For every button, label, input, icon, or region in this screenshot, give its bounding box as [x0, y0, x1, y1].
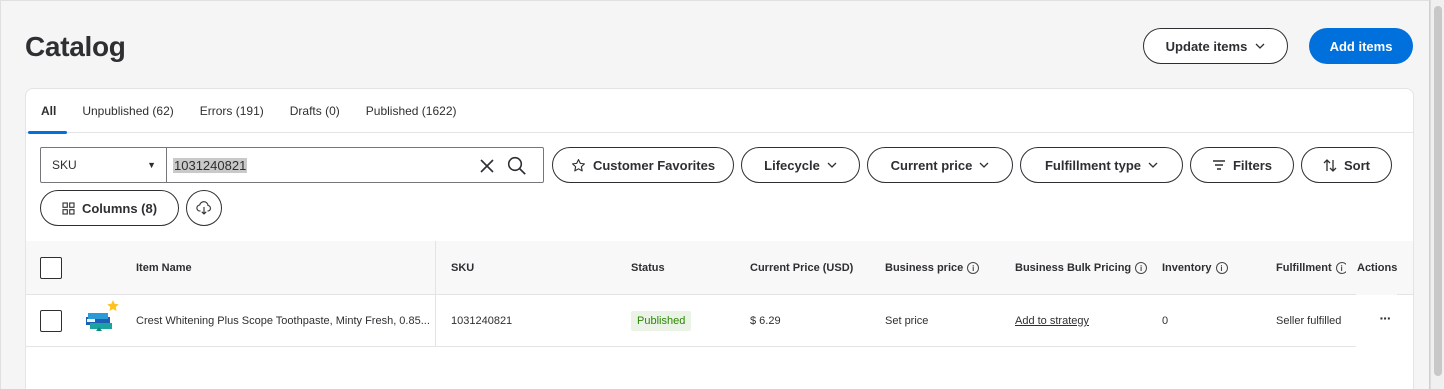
more-actions-button[interactable]: ···	[1356, 295, 1413, 347]
sku-text: 1031240821	[451, 315, 513, 327]
columns-grid-icon	[62, 201, 75, 215]
business-price-text: Set price	[885, 315, 929, 327]
fulfillment-type-filter[interactable]: Fulfillment type	[1020, 147, 1183, 183]
app-frame: Catalog Update items Add items All Unpub…	[0, 0, 1430, 389]
page-title: Catalog	[25, 31, 126, 62]
header-label: SKU	[451, 262, 475, 274]
header-label: Item Name	[136, 262, 192, 274]
add-items-label: Add items	[1329, 38, 1393, 54]
columns-label: Columns (8)	[81, 200, 158, 216]
customer-favorites-label: Customer Favorites	[592, 157, 716, 173]
cloud-download-icon	[196, 201, 211, 215]
tab-label: All	[41, 103, 57, 118]
tab-drafts[interactable]: Drafts (0)	[277, 89, 353, 133]
chevron-down-icon	[827, 162, 837, 168]
column-header-item-name[interactable]: Item Name	[136, 241, 192, 295]
cell-fulfillment: Seller fulfilled	[1276, 295, 1342, 347]
header-label: Fulfillment	[1276, 262, 1332, 274]
header-label: Status	[631, 262, 665, 274]
search-field-select[interactable]: SKU ▼	[41, 148, 167, 182]
fulfillment-text: Seller fulfilled	[1276, 315, 1342, 327]
search-field-value: SKU	[52, 158, 77, 172]
tab-unpublished[interactable]: Unpublished (62)	[69, 89, 186, 133]
lifecycle-label: Lifecycle	[764, 157, 820, 173]
tab-published[interactable]: Published (1622)	[353, 89, 470, 133]
table-header: Item Name SKU Status Current Price (USD)…	[26, 241, 1413, 295]
star-icon	[571, 158, 585, 171]
status-badge: Published	[631, 311, 692, 331]
sort-label: Sort	[1344, 157, 1370, 173]
customer-favorites-button[interactable]: Customer Favorites	[552, 147, 734, 183]
tab-all[interactable]: All	[26, 89, 69, 134]
select-all-checkbox[interactable]	[40, 257, 62, 279]
catalog-card: All Unpublished (62) Errors (191) Drafts…	[25, 88, 1414, 389]
columns-button[interactable]: Columns (8)	[40, 190, 179, 226]
column-header-sku[interactable]: SKU	[451, 241, 474, 295]
info-icon[interactable]: i	[1215, 262, 1228, 274]
search-input[interactable]: 1031240821	[167, 148, 543, 182]
cell-business-price[interactable]: Set price	[885, 295, 928, 347]
tab-label: Errors (191)	[199, 103, 264, 118]
filter-icon	[1212, 160, 1225, 170]
column-header-current-price[interactable]: Current Price (USD)	[750, 241, 853, 295]
close-icon[interactable]	[477, 156, 497, 176]
search-box: SKU ▼ 1031240821	[40, 147, 544, 183]
update-items-label: Update items	[1165, 38, 1248, 54]
price-text: $ 6.29	[750, 315, 781, 327]
column-header-inventory[interactable]: Inventory i	[1162, 241, 1228, 295]
tab-label: Drafts (0)	[289, 103, 340, 118]
search-input-value: 1031240821	[173, 157, 248, 173]
add-items-button[interactable]: Add items	[1309, 28, 1413, 64]
chevron-down-icon	[1255, 43, 1265, 49]
cell-business-bulk-pricing: Add to strategy	[1015, 295, 1089, 347]
column-header-actions: Actions	[1356, 241, 1398, 295]
tab-errors[interactable]: Errors (191)	[187, 89, 277, 133]
chevron-down-icon	[1148, 162, 1158, 168]
header-label: Actions	[1357, 262, 1398, 274]
sort-icon	[1323, 158, 1337, 172]
cell-inventory: 0	[1162, 295, 1168, 347]
cell-current-price: $ 6.29	[750, 295, 781, 347]
cell-item-name[interactable]: Crest Whitening Plus Scope Toothpaste, M…	[136, 295, 436, 347]
filters-button[interactable]: Filters	[1190, 147, 1294, 183]
current-price-filter[interactable]: Current price	[867, 147, 1013, 183]
info-icon[interactable]: i	[1135, 262, 1148, 274]
header-label: Inventory	[1162, 262, 1212, 274]
inventory-text: 0	[1162, 315, 1169, 327]
column-header-business-price[interactable]: Business price i	[885, 241, 980, 295]
column-header-status[interactable]: Status	[631, 241, 665, 295]
column-header-business-bulk-pricing[interactable]: Business Bulk Pricing i	[1015, 241, 1148, 295]
more-horizontal-icon: ···	[1379, 310, 1392, 326]
tab-label: Published (1622)	[365, 103, 457, 118]
vertical-scrollbar[interactable]	[1430, 0, 1444, 389]
status-tabs: All Unpublished (62) Errors (191) Drafts…	[26, 89, 1413, 134]
info-icon[interactable]: i	[967, 262, 980, 274]
filters-label: Filters	[1232, 157, 1272, 173]
info-icon[interactable]: i	[1335, 262, 1346, 274]
add-to-strategy-link[interactable]: Add to strategy	[1015, 315, 1089, 327]
table-row: Crest Whitening Plus Scope Toothpaste, M…	[26, 295, 1413, 347]
update-items-button[interactable]: Update items	[1143, 28, 1288, 64]
column-divider	[435, 241, 436, 347]
cell-sku: 1031240821	[451, 295, 512, 347]
product-thumbnail[interactable]	[84, 300, 119, 337]
header-label: Current Price (USD)	[750, 262, 854, 274]
cell-status: Published	[631, 295, 692, 347]
row-checkbox[interactable]	[40, 310, 62, 332]
tab-label: Unpublished (62)	[82, 103, 174, 118]
current-price-label: Current price	[890, 157, 973, 173]
download-button[interactable]	[186, 190, 222, 226]
header-label: Business price	[885, 262, 964, 274]
header-label: Business Bulk Pricing	[1015, 262, 1132, 274]
caret-down-icon: ▼	[147, 160, 156, 170]
fulfillment-type-label: Fulfillment type	[1044, 157, 1142, 173]
sort-button[interactable]: Sort	[1301, 147, 1392, 183]
item-name-text: Crest Whitening Plus Scope Toothpaste, M…	[136, 315, 430, 327]
chevron-down-icon	[979, 162, 989, 168]
star-icon	[107, 300, 119, 312]
column-header-fulfillment[interactable]: Fulfillment i	[1276, 241, 1346, 295]
search-icon[interactable]	[507, 156, 527, 176]
scrollbar-thumb[interactable]	[1434, 6, 1442, 376]
lifecycle-filter[interactable]: Lifecycle	[741, 147, 860, 183]
